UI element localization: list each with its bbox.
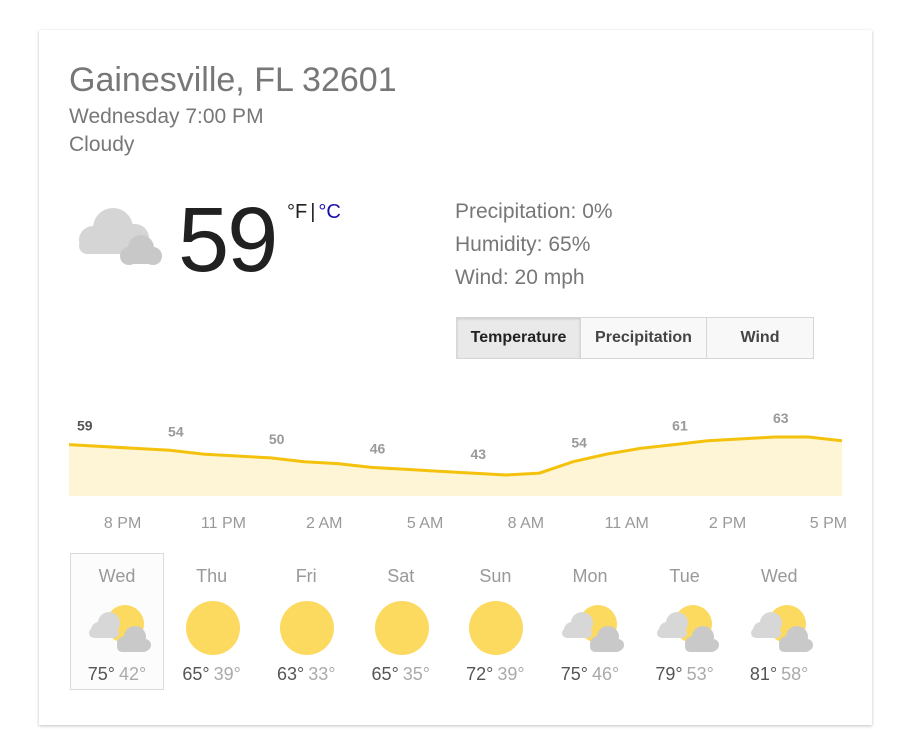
weather-details: Precipitation: 0% Humidity: 65% Wind: 20…: [455, 195, 613, 294]
hour-tick-label: 2 AM: [306, 515, 343, 532]
hour-tick-label: 5 AM: [406, 515, 444, 532]
day-name: Tue: [669, 566, 700, 586]
day-temps: 81° 58°: [733, 664, 825, 685]
chart-tabs: Temperature Precipitation Wind: [456, 317, 814, 359]
day-card[interactable]: Fri 63° 33°: [259, 553, 353, 690]
weather-card: Gainesville, FL 32601 Wednesday 7:00 PM …: [39, 30, 872, 725]
day-name: Thu: [196, 566, 228, 586]
chart-area-fill: [69, 437, 842, 496]
hour-tick-label: 11 AM: [604, 515, 649, 532]
day-high: 65°: [182, 664, 210, 684]
partly-cloudy-icon: [751, 605, 814, 652]
condition-text: Cloudy: [69, 133, 135, 156]
day-low: 39°: [497, 664, 525, 684]
day-card[interactable]: Sat 65° 35°: [354, 553, 448, 690]
day-temps: 79° 53°: [639, 664, 731, 685]
chart-data-label: 63: [773, 410, 789, 426]
chart-data-label: 59: [77, 418, 93, 434]
partly-cloudy-icon: [89, 605, 151, 652]
day-high: 75°: [560, 664, 588, 684]
day-temps: 63° 33°: [260, 664, 352, 685]
cloudy-icon: [79, 208, 162, 265]
day-name: Wed: [98, 566, 136, 586]
day-name: Sat: [387, 566, 415, 586]
hour-tick-label: 8 PM: [103, 515, 142, 532]
tab-precipitation[interactable]: Precipitation: [580, 317, 707, 359]
sunny-icon: [469, 601, 524, 655]
day-temps: 75° 46°: [544, 664, 636, 685]
day-card[interactable]: Wed 81° 58°: [732, 553, 826, 690]
day-high: 79°: [655, 664, 683, 684]
day-card[interactable]: Mon 75° 46°: [543, 553, 637, 690]
day-high: 65°: [371, 664, 399, 684]
wind-text: Wind: 20 mph: [455, 266, 585, 289]
chart-data-label: 54: [168, 423, 184, 439]
day-low: 42°: [119, 664, 147, 684]
unit-switcher: °F | °C: [287, 200, 341, 224]
day-temps: 75° 42°: [71, 664, 163, 685]
day-low: 58°: [781, 664, 809, 684]
day-low: 35°: [402, 664, 431, 684]
day-low: 39°: [213, 664, 241, 684]
day-low: 53°: [686, 664, 714, 684]
tab-temperature[interactable]: Temperature: [456, 317, 581, 359]
location-title: Gainesville, FL 32601: [69, 61, 397, 99]
unit-celsius-link[interactable]: °C: [318, 201, 340, 223]
humidity-text: Humidity: 65%: [455, 233, 591, 256]
day-name: Wed: [760, 566, 798, 586]
day-card[interactable]: Thu 65° 39°: [165, 553, 259, 690]
unit-fahrenheit: °F: [287, 201, 308, 223]
hour-tick-label: 11 PM: [200, 515, 246, 532]
day-high: 72°: [466, 664, 494, 684]
unit-separator: |: [310, 201, 316, 223]
day-card[interactable]: Sun 72° 39°: [448, 553, 542, 690]
tab-wind[interactable]: Wind: [706, 317, 814, 359]
day-temps: 65° 35°: [355, 664, 447, 685]
chart-data-label: 46: [370, 440, 386, 456]
hour-axis: 8 PM 11 PM 2 AM 5 AM 8 AM 11 AM 2 PM 5 PM: [39, 515, 872, 535]
chart-data-label: 61: [672, 418, 688, 434]
datetime-text: Wednesday 7:00 PM: [69, 105, 264, 128]
day-high: 63°: [276, 664, 305, 684]
chart-data-label: 43: [471, 446, 487, 462]
precipitation-text: Precipitation: 0%: [455, 200, 613, 223]
day-high: 81°: [749, 664, 778, 684]
chart-data-label: 54: [571, 435, 587, 451]
partly-cloudy-icon: [656, 605, 719, 652]
day-temps: 65° 39°: [166, 664, 258, 685]
day-high: 75°: [87, 664, 115, 684]
sunny-icon: [280, 601, 335, 655]
hour-tick-label: 2 PM: [708, 515, 747, 532]
current-temperature: 59: [178, 189, 278, 291]
chart-data-label: 50: [269, 431, 285, 447]
day-card[interactable]: Wed 75° 42°: [70, 553, 164, 690]
sunny-icon: [185, 601, 240, 655]
day-temps: 72° 39°: [449, 664, 541, 685]
temperature-chart: 59 54 50 46 43 54 61 63: [69, 410, 842, 496]
daily-forecast: Wed 75° 42° Thu 65° 39° Fri 63° 33° Sat 65°…: [70, 553, 827, 690]
day-name: Mon: [572, 566, 608, 586]
hour-tick-label: 5 PM: [809, 515, 848, 532]
day-name: Sun: [479, 566, 512, 586]
hour-tick-label: 8 AM: [507, 515, 545, 532]
day-low: 46°: [591, 664, 620, 684]
day-low: 33°: [308, 664, 336, 684]
day-card[interactable]: Tue 79° 53°: [638, 553, 732, 690]
sunny-icon: [374, 601, 429, 655]
partly-cloudy-icon: [561, 605, 624, 652]
day-name: Fri: [295, 566, 317, 586]
